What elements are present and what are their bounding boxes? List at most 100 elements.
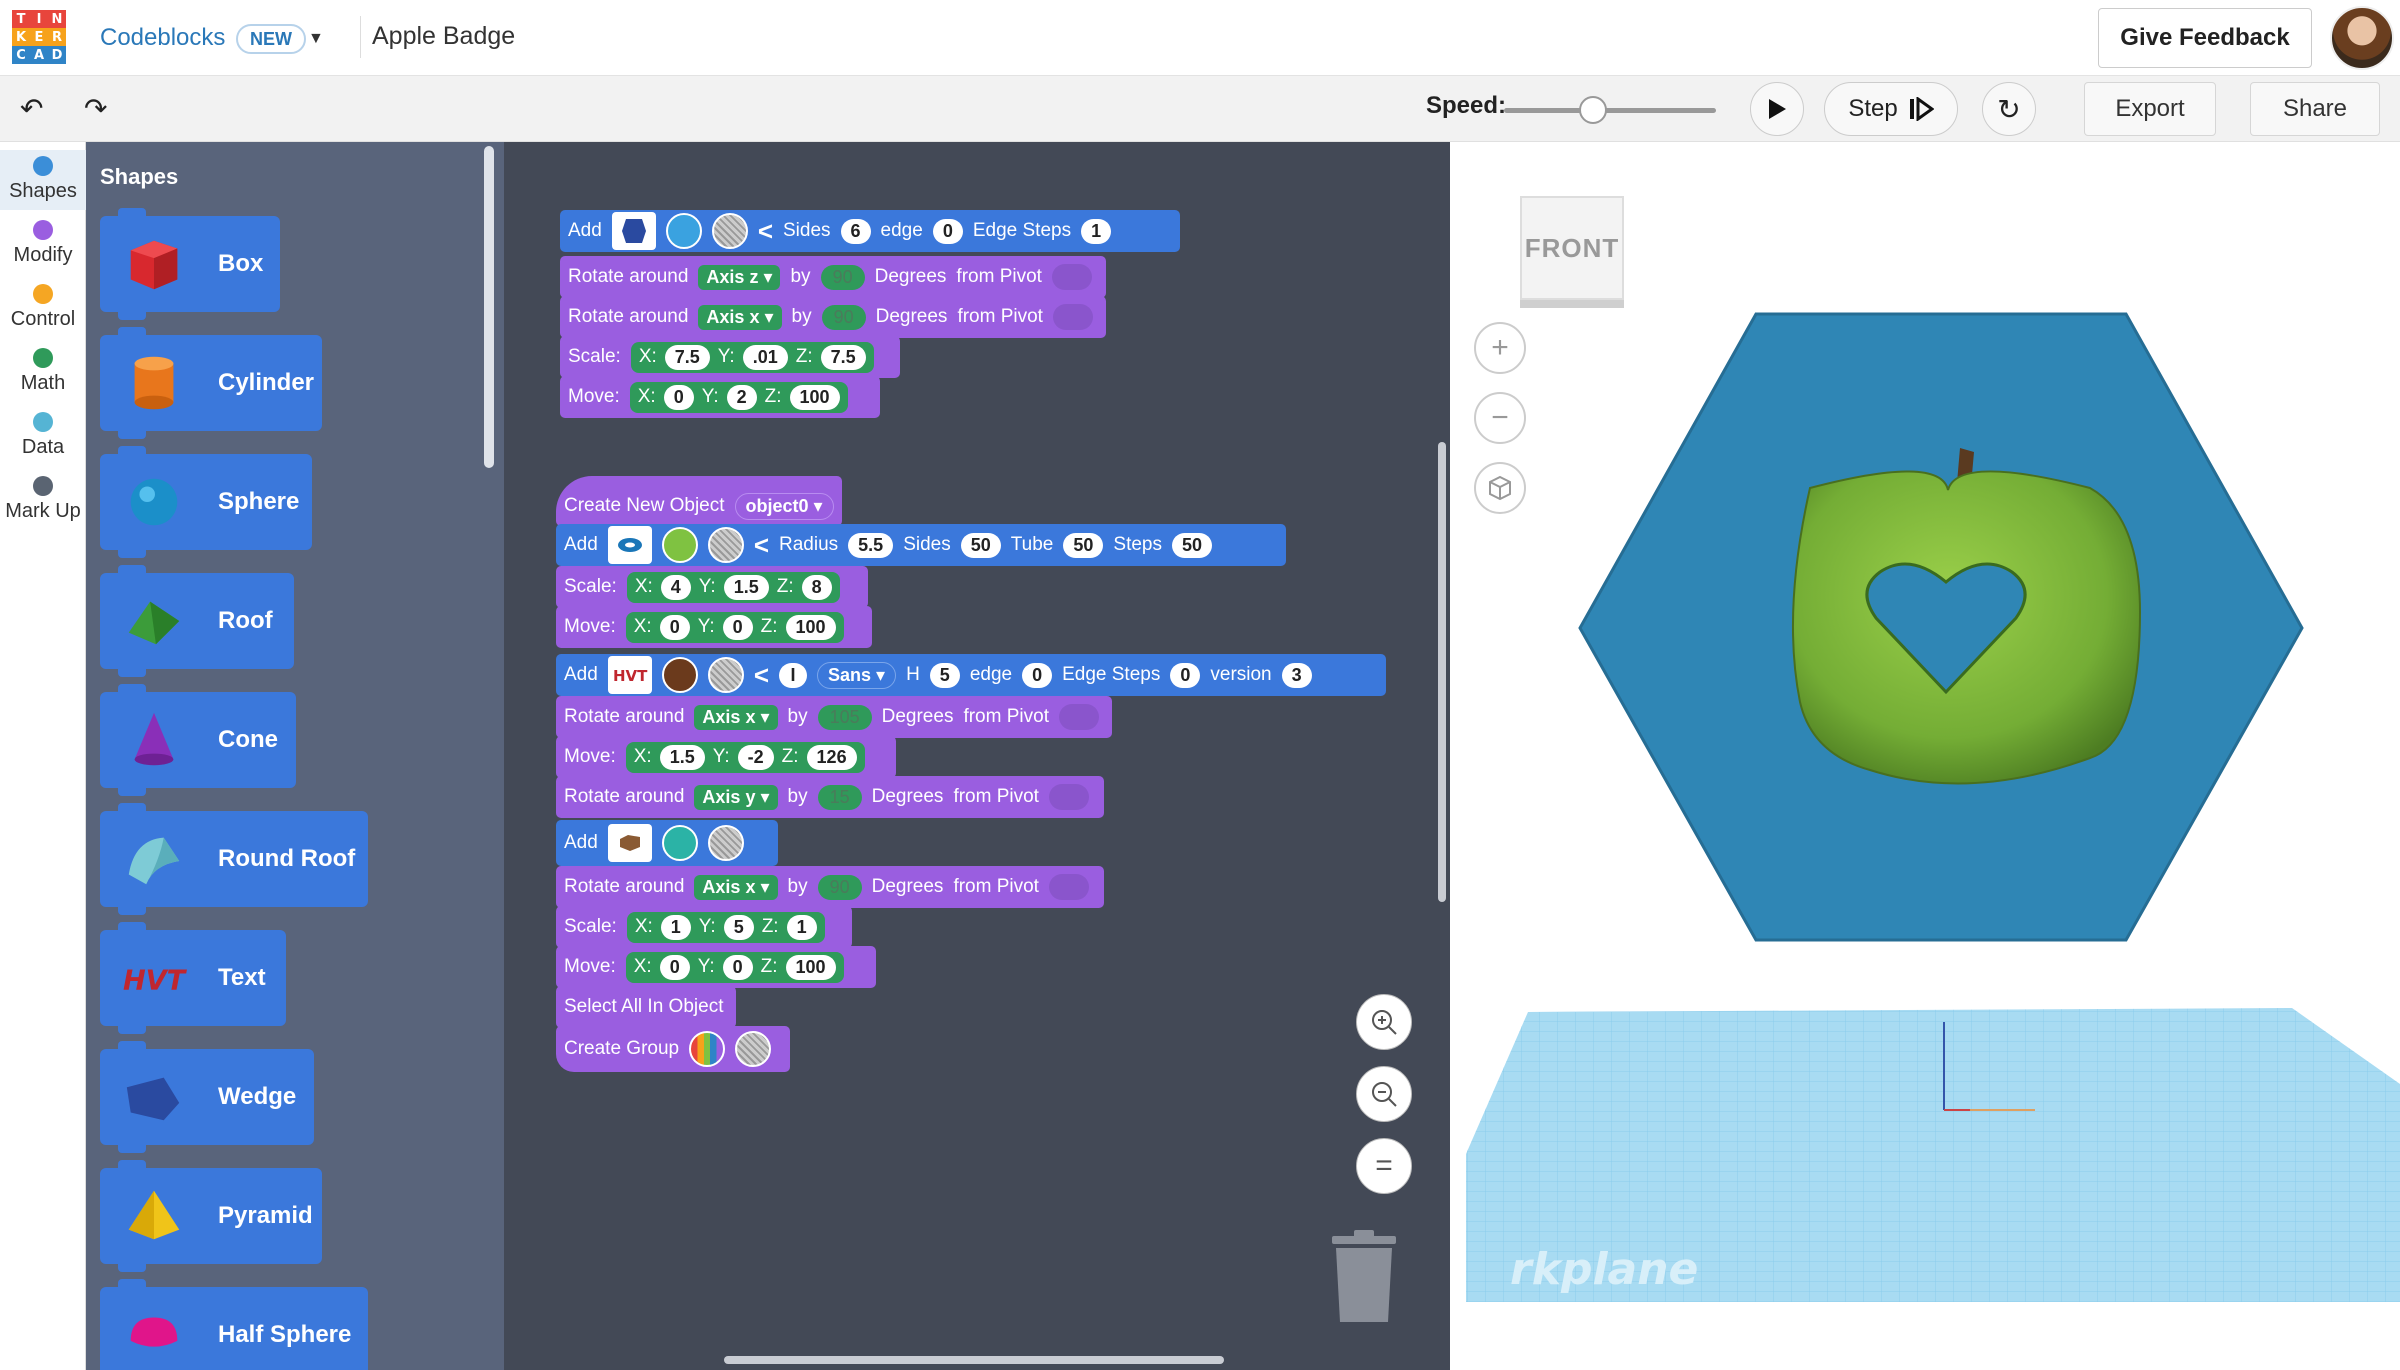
shape-block-text[interactable]: HVT Text	[100, 922, 286, 1034]
y-input[interactable]: .01	[742, 344, 788, 370]
edge-steps-input[interactable]: 0	[1170, 662, 1201, 688]
z-input[interactable]: 100	[785, 954, 836, 980]
scale-block[interactable]: Scale: X: 1 Y: 5 Z: 1	[556, 906, 852, 948]
text-input[interactable]: I	[779, 662, 807, 688]
flyout-scrollbar[interactable]	[484, 146, 494, 468]
color-swatch[interactable]	[661, 825, 698, 861]
redo-icon[interactable]: ↷	[84, 92, 107, 125]
text-thumbnail[interactable]: HVT	[607, 656, 652, 694]
x-input[interactable]: 7.5	[664, 344, 710, 370]
trash-icon[interactable]	[1328, 1230, 1400, 1324]
pivot-toggle[interactable]	[1048, 784, 1089, 810]
rotate-block[interactable]: Rotate around Axis y ▾ by 15 Degrees fro…	[556, 776, 1104, 818]
chevron-down-icon[interactable]: ▼	[308, 30, 324, 48]
rotate-block[interactable]: Rotate around Axis x ▾ by 105 Degrees fr…	[556, 696, 1112, 738]
workspace-vertical-scrollbar[interactable]	[1438, 442, 1446, 902]
workspace-horizontal-scrollbar[interactable]	[724, 1356, 1224, 1364]
degrees-input[interactable]: 90	[820, 264, 865, 290]
add-box-block[interactable]: Add	[556, 820, 778, 866]
sides-input[interactable]: 6	[840, 218, 871, 244]
move-block[interactable]: Move: X: 1.5 Y: -2 Z: 126	[556, 736, 896, 778]
x-input[interactable]: 4	[660, 574, 691, 600]
category-mark-up[interactable]: Mark Up	[0, 470, 86, 530]
object-dropdown[interactable]: object0 ▾	[734, 492, 834, 520]
category-control[interactable]: Control	[0, 278, 86, 338]
category-math[interactable]: Math	[0, 342, 86, 402]
edge-steps-input[interactable]: 1	[1081, 218, 1112, 244]
hole-toggle[interactable]	[735, 1031, 772, 1067]
torus-thumbnail[interactable]	[607, 526, 652, 564]
x-input[interactable]: 0	[663, 384, 694, 410]
give-feedback-button[interactable]: Give Feedback	[2098, 8, 2312, 68]
hole-toggle[interactable]	[707, 527, 744, 563]
color-swatch[interactable]	[661, 527, 698, 563]
add-torus-block[interactable]: Add < Radius 5.5 Sides 50 Tube 50 Steps …	[556, 524, 1286, 566]
z-input[interactable]: 126	[806, 744, 857, 770]
rotate-block[interactable]: Rotate around Axis x ▾ by 90 Degrees fro…	[560, 296, 1106, 338]
degrees-input[interactable]: 90	[821, 304, 866, 330]
x-input[interactable]: 0	[659, 954, 690, 980]
undo-icon[interactable]: ↶	[20, 92, 43, 125]
y-input[interactable]: 5	[723, 914, 754, 940]
scale-block[interactable]: Scale: X: 7.5 Y: .01 Z: 7.5	[560, 336, 900, 378]
shape-block-cylinder[interactable]: Cylinder	[100, 327, 322, 439]
speed-slider[interactable]	[1504, 108, 1716, 113]
home-view-button[interactable]	[1474, 462, 1526, 514]
y-input[interactable]: -2	[737, 744, 774, 770]
edge-input[interactable]: 0	[1022, 662, 1053, 688]
y-input[interactable]: 0	[722, 954, 753, 980]
z-input[interactable]: 1	[786, 914, 817, 940]
pivot-toggle[interactable]	[1048, 874, 1089, 900]
color-swatch[interactable]	[661, 657, 698, 693]
scene-render[interactable]: rkplane	[1450, 142, 2400, 1370]
pivot-toggle[interactable]	[1058, 704, 1099, 730]
view-cube[interactable]: FRONT	[1520, 196, 1624, 300]
color-swatch[interactable]	[665, 213, 702, 249]
create-group-block[interactable]: Create Group	[556, 1026, 790, 1072]
hole-toggle[interactable]	[707, 657, 744, 693]
reset-zoom-button[interactable]: =	[1356, 1138, 1412, 1194]
box-thumbnail[interactable]	[607, 824, 652, 862]
sides-input[interactable]: 50	[960, 532, 1001, 558]
add-text-block[interactable]: Add HVT < I Sans ▾ H 5 edge 0 Edge Steps…	[556, 654, 1386, 696]
view-zoom-in-button[interactable]: +	[1474, 322, 1526, 374]
edge-input[interactable]: 0	[932, 218, 963, 244]
font-dropdown[interactable]: Sans ▾	[817, 661, 897, 689]
x-input[interactable]: 1.5	[659, 744, 705, 770]
shape-block-box[interactable]: Box	[100, 208, 280, 320]
z-input[interactable]: 100	[785, 614, 836, 640]
move-block[interactable]: Move: X: 0 Y: 0 Z: 100	[556, 606, 872, 648]
h-input[interactable]: 5	[929, 662, 960, 688]
x-input[interactable]: 1	[660, 914, 691, 940]
shape-block-wedge[interactable]: Wedge	[100, 1041, 314, 1153]
degrees-input[interactable]: 90	[817, 874, 862, 900]
avatar[interactable]	[2330, 6, 2394, 70]
pivot-toggle[interactable]	[1051, 264, 1092, 290]
axis-dropdown[interactable]: Axis x ▾	[698, 304, 782, 330]
chevron-left-icon[interactable]: <	[754, 530, 769, 561]
zoom-out-button[interactable]	[1356, 1066, 1412, 1122]
3d-viewer[interactable]: rkplane FRONT + −	[1450, 142, 2400, 1370]
degrees-input[interactable]: 105	[817, 704, 872, 730]
axis-dropdown[interactable]: Axis x ▾	[694, 704, 778, 730]
category-shapes[interactable]: Shapes	[0, 150, 86, 210]
move-block[interactable]: Move: X: 0 Y: 0 Z: 100	[556, 946, 876, 988]
y-input[interactable]: 2	[726, 384, 757, 410]
polygon-thumbnail[interactable]	[611, 212, 656, 250]
speed-slider-thumb[interactable]	[1579, 96, 1608, 124]
tinkercad-logo[interactable]: TINKERCAD	[12, 10, 66, 64]
scale-block[interactable]: Scale: X: 4 Y: 1.5 Z: 8	[556, 566, 868, 608]
z-input[interactable]: 8	[801, 574, 832, 600]
version-input[interactable]: 3	[1281, 662, 1312, 688]
select-all-block[interactable]: Select All In Object	[556, 986, 736, 1028]
multicolor-swatch[interactable]	[689, 1031, 726, 1067]
tube-input[interactable]: 50	[1063, 532, 1104, 558]
category-data[interactable]: Data	[0, 406, 86, 466]
axis-dropdown[interactable]: Axis z ▾	[698, 264, 781, 290]
y-input[interactable]: 0	[722, 614, 753, 640]
app-title[interactable]: Codeblocks	[100, 24, 225, 52]
shape-block-sphere[interactable]: Sphere	[100, 446, 312, 558]
shape-block-round-roof[interactable]: Round Roof	[100, 803, 368, 915]
design-name[interactable]: Apple Badge	[372, 22, 515, 51]
export-button[interactable]: Export	[2084, 82, 2216, 136]
